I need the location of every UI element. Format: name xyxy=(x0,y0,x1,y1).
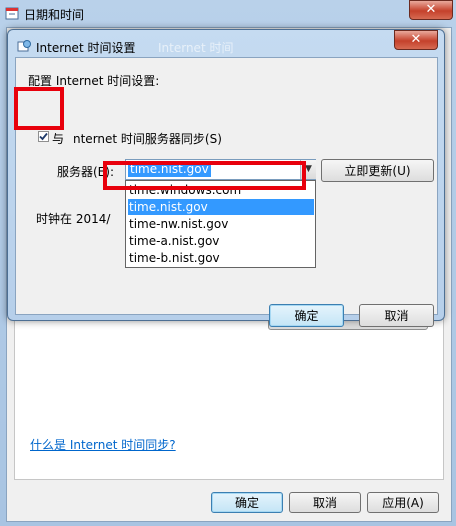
dropdown-option[interactable]: time-b.nist.gov xyxy=(128,250,314,266)
clock-sync-status: 时钟在 2014/ xyxy=(36,212,111,226)
update-now-button[interactable]: 立即更新(U) xyxy=(321,159,434,182)
sync-label-prefix: 与 xyxy=(52,132,65,146)
dialog-close-button[interactable]: ✕ xyxy=(394,30,438,50)
internet-time-help-link[interactable]: 什么是 Internet 时间同步? xyxy=(30,436,176,453)
window-title: 日期和时间 xyxy=(24,8,85,22)
sync-checkbox[interactable] xyxy=(38,131,49,142)
dropdown-option[interactable]: time-nw.nist.gov xyxy=(128,216,314,232)
sync-label: nternet 时间服务器同步(S) xyxy=(73,132,222,146)
checkmark-icon xyxy=(39,132,48,141)
window-ok-button[interactable]: 确定 xyxy=(211,492,283,513)
server-dropdown-list: time.windows.com time.nist.gov time-nw.n… xyxy=(125,180,316,268)
window-apply-button[interactable]: 应用(A) xyxy=(367,492,439,513)
option-highlight-box xyxy=(103,161,306,190)
dialog-title-ghost: Internet 时间 xyxy=(158,41,234,55)
window-close-button[interactable]: ✕ xyxy=(409,0,453,20)
dialog-cancel-button[interactable]: 取消 xyxy=(359,304,434,327)
dialog-title: Internet 时间设置 xyxy=(36,41,136,55)
window-content-panel xyxy=(14,318,444,480)
checkbox-highlight-box xyxy=(14,87,64,130)
clock-globe-icon xyxy=(17,40,31,52)
window-cancel-button[interactable]: 取消 xyxy=(289,492,361,513)
dialog-ok-button[interactable]: 确定 xyxy=(269,304,344,327)
dropdown-option-selected[interactable]: time.nist.gov xyxy=(128,199,314,215)
date-time-icon xyxy=(5,7,19,20)
dropdown-option[interactable]: time-a.nist.gov xyxy=(128,233,314,249)
